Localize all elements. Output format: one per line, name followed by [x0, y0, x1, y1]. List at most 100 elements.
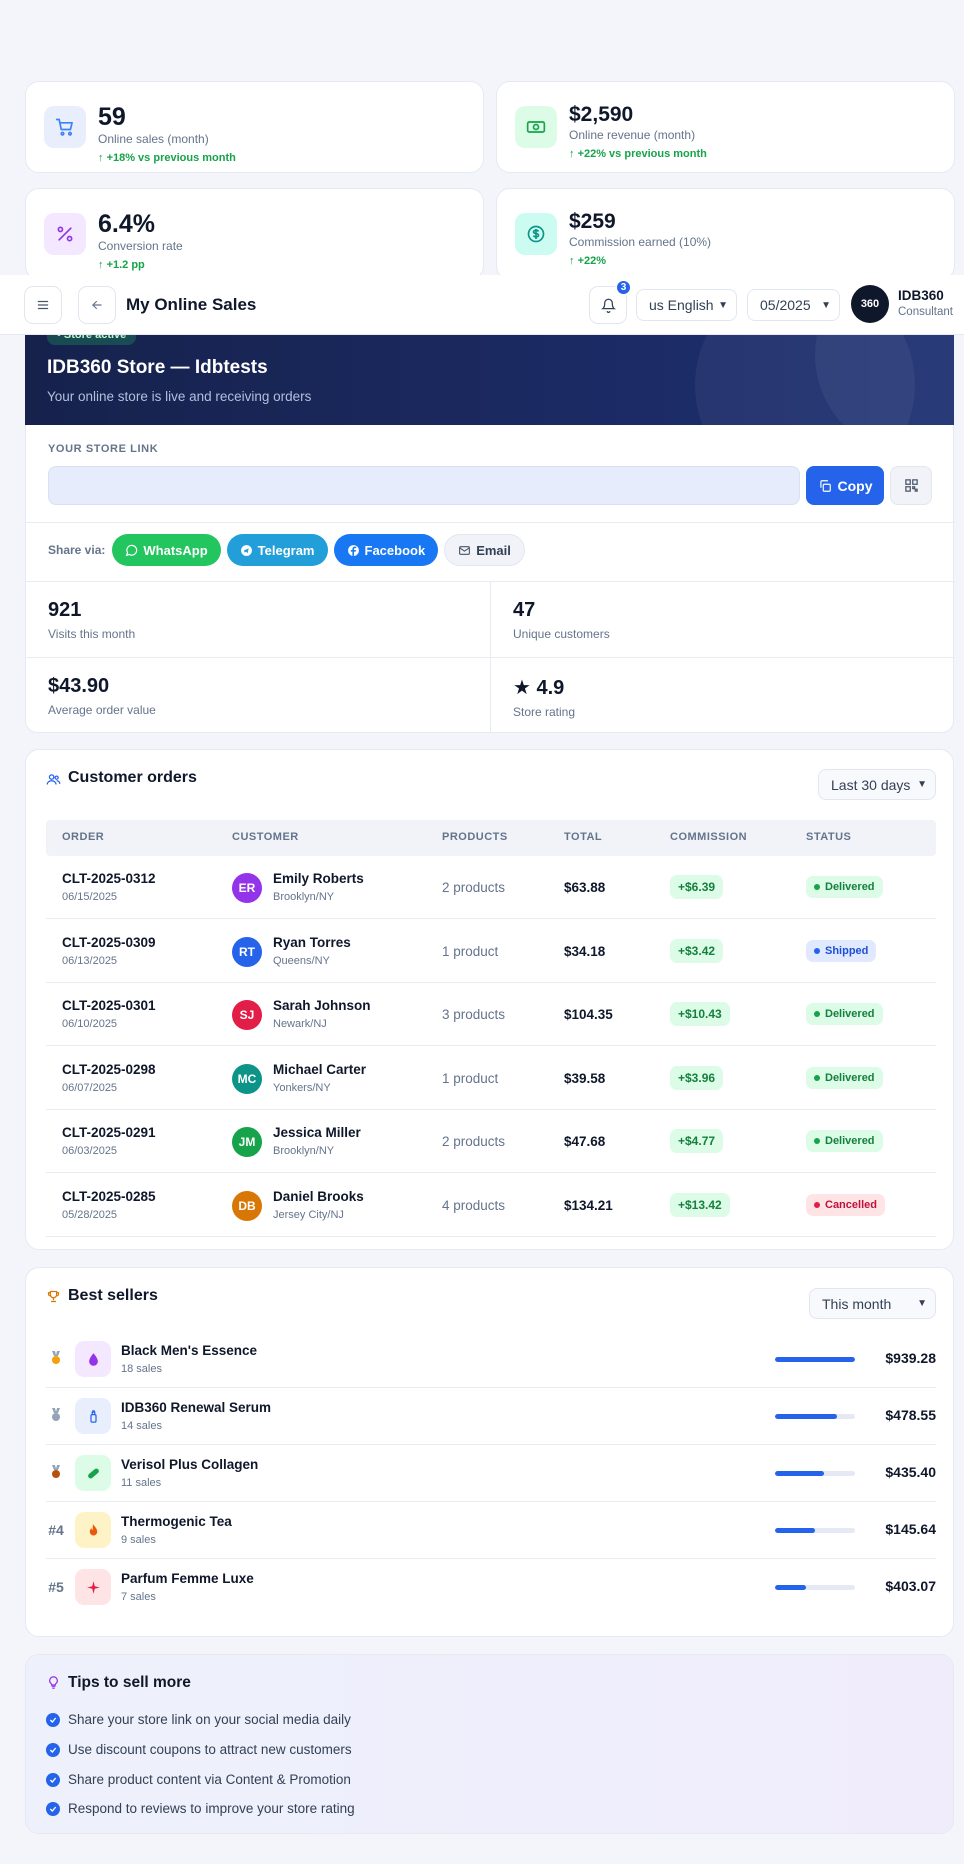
- users-icon: [46, 774, 61, 785]
- product-sales: 9 sales: [121, 1534, 156, 1546]
- product-revenue: $478.55: [885, 1407, 936, 1423]
- store-link-input[interactable]: [48, 466, 800, 505]
- table-row[interactable]: CLT-2025-0309 06/13/2025 RT Ryan Torres Quee…: [46, 920, 936, 983]
- table-row[interactable]: CLT-2025-0301 06/10/2025 SJ Sarah Johnson Ne…: [46, 983, 936, 1046]
- order-total: $134.21: [564, 1197, 613, 1213]
- order-products: 4 products: [442, 1197, 506, 1213]
- kpi-card-conversion-rate: 6.4% Conversion rate ↑ +1.2 pp: [25, 188, 484, 280]
- order-products: 2 products: [442, 1134, 506, 1149]
- commission-badge: +$4.77: [670, 1129, 724, 1153]
- order-id[interactable]: CLT-2025-0298: [62, 1062, 156, 1077]
- status-badge: Delivered: [806, 1130, 883, 1152]
- order-date: 06/13/2025: [62, 954, 118, 967]
- arrow-left-icon: [92, 300, 102, 310]
- share-email-button[interactable]: Email: [444, 534, 525, 566]
- telegram-icon: [240, 544, 252, 556]
- stat-average-order: $43.90 Average order value: [48, 675, 156, 717]
- status-badge: Shipped: [806, 939, 877, 962]
- kpi-label: Online revenue (month): [569, 128, 696, 142]
- tip-item: Respond to reviews to improve your store…: [46, 1801, 355, 1816]
- percent-icon: [44, 213, 86, 255]
- table-row[interactable]: CLT-2025-0312 06/15/2025 ER Emily Roberts Br…: [46, 856, 936, 919]
- tip-item: Share your store link on your social med…: [46, 1712, 351, 1727]
- share-whatsapp-button[interactable]: WhatsApp: [112, 534, 221, 566]
- qr-code-button[interactable]: [890, 466, 932, 505]
- kpi-value: $2,590: [569, 103, 634, 126]
- status-dot-icon: [814, 1138, 820, 1144]
- status-dot-icon: [814, 1074, 820, 1081]
- status-dot-icon: [814, 947, 820, 954]
- order-total: $34.18: [564, 943, 606, 959]
- share-facebook-button[interactable]: Facebook: [333, 534, 439, 566]
- kpi-change: ↑ +22% vs previous month: [569, 148, 707, 160]
- customer-location: Jersey City/NJ: [273, 1208, 344, 1221]
- commission-badge: +$13.42: [670, 1192, 730, 1217]
- arrow-up-icon: ↑: [98, 259, 107, 271]
- user-name: IDB360: [898, 288, 944, 303]
- best-seller-row[interactable]: IDB360 Renewal Serum 14 sales $478.55: [46, 1388, 936, 1445]
- chevron-down-icon: ▼: [718, 299, 728, 311]
- flame-icon: [75, 1512, 111, 1548]
- arrow-up-icon: ↑: [98, 152, 107, 164]
- table-row[interactable]: CLT-2025-0298 06/07/2025 MC Michael Carter Y…: [46, 1047, 936, 1110]
- order-date: 06/15/2025: [62, 891, 118, 903]
- product-name: Verisol Plus Collagen: [121, 1457, 259, 1472]
- customer-avatar: RT: [232, 936, 262, 967]
- droplet-icon: [75, 1341, 111, 1377]
- share-row: Share via: WhatsApp Telegram Facebook Em…: [48, 534, 531, 566]
- order-total: $39.58: [564, 1070, 606, 1086]
- product-name: IDB360 Renewal Serum: [121, 1400, 272, 1415]
- kpi-card-online-sales: 59 Online sales (month) ↑ +18% vs previo…: [25, 81, 484, 173]
- customer-name: Ryan Torres: [273, 934, 351, 950]
- avatar[interactable]: 360: [851, 285, 889, 323]
- best-seller-row[interactable]: #4 Thermogenic Tea 9 sales $145.64: [46, 1502, 936, 1559]
- arrow-up-icon: ↑: [569, 255, 578, 267]
- store-hero-banner: • Store active IDB360 Store — Idbtests Y…: [25, 335, 954, 425]
- kpi-change: ↑ +22%: [569, 255, 607, 267]
- order-id[interactable]: CLT-2025-0291: [62, 1125, 156, 1140]
- store-subtitle: Your online store is live and receiving …: [47, 389, 312, 404]
- copy-link-button[interactable]: Copy: [806, 466, 884, 505]
- language-select[interactable]: us English ▼: [636, 289, 737, 321]
- period-select[interactable]: 05/2025 ▼: [747, 289, 840, 321]
- facebook-icon: [347, 544, 359, 556]
- order-id[interactable]: CLT-2025-0312: [62, 871, 156, 886]
- commission-badge: +$3.96: [670, 1065, 724, 1090]
- best-seller-row[interactable]: Verisol Plus Collagen 11 sales $435.40: [46, 1445, 936, 1502]
- stat-store-rating: ★ 4.9 Store rating: [513, 677, 576, 719]
- customer-location: Brooklyn/NY: [273, 891, 335, 903]
- notification-count-badge: 3: [615, 279, 632, 296]
- notifications-button[interactable]: 3: [589, 279, 632, 324]
- table-row[interactable]: CLT-2025-0291 06/03/2025 JM Jessica Miller B…: [46, 1110, 936, 1173]
- mail-icon: [459, 545, 471, 555]
- order-id[interactable]: CLT-2025-0285: [62, 1189, 156, 1204]
- best-seller-row[interactable]: #5 Parfum Femme Luxe 7 sales $403.07: [46, 1559, 936, 1616]
- store-link-card: YOUR STORE LINK Copy Share via: WhatsApp…: [25, 425, 955, 733]
- kpi-value: $259: [569, 210, 616, 233]
- orders-period-filter[interactable]: Last 30 days ▼: [818, 769, 936, 800]
- customer-avatar: MC: [232, 1063, 262, 1094]
- check-circle-icon: [46, 1772, 60, 1787]
- order-products: 1 product: [442, 943, 499, 959]
- best-seller-row[interactable]: Black Men's Essence 18 sales $939.28: [46, 1331, 936, 1388]
- best-sellers-period-filter[interactable]: This month ▼: [809, 1288, 936, 1319]
- sales-progress-bar: [775, 1471, 855, 1476]
- order-total: $47.68: [564, 1134, 606, 1149]
- capsule-icon: [75, 1455, 111, 1491]
- tip-item: Share product content via Content & Prom…: [46, 1772, 351, 1787]
- dollar-coin-icon: [515, 213, 557, 255]
- share-telegram-button[interactable]: Telegram: [226, 534, 328, 566]
- product-revenue: $435.40: [885, 1464, 936, 1480]
- tip-item: Use discount coupons to attract new cust…: [46, 1742, 352, 1757]
- menu-button[interactable]: [24, 286, 62, 324]
- kpi-label: Online sales (month): [98, 132, 209, 146]
- store-status-badge: • Store active: [47, 335, 137, 345]
- order-id[interactable]: CLT-2025-0309: [62, 935, 156, 950]
- top-bar: My Online Sales 3 us English ▼ 05/2025 ▼…: [0, 275, 964, 335]
- back-button[interactable]: [78, 286, 116, 324]
- order-id[interactable]: CLT-2025-0301: [62, 998, 156, 1013]
- customer-avatar: ER: [232, 873, 262, 903]
- table-row[interactable]: CLT-2025-0285 05/28/2025 DB Daniel Brooks Je…: [46, 1174, 936, 1237]
- check-circle-icon: [46, 1801, 60, 1816]
- medal-icon: [46, 1408, 66, 1425]
